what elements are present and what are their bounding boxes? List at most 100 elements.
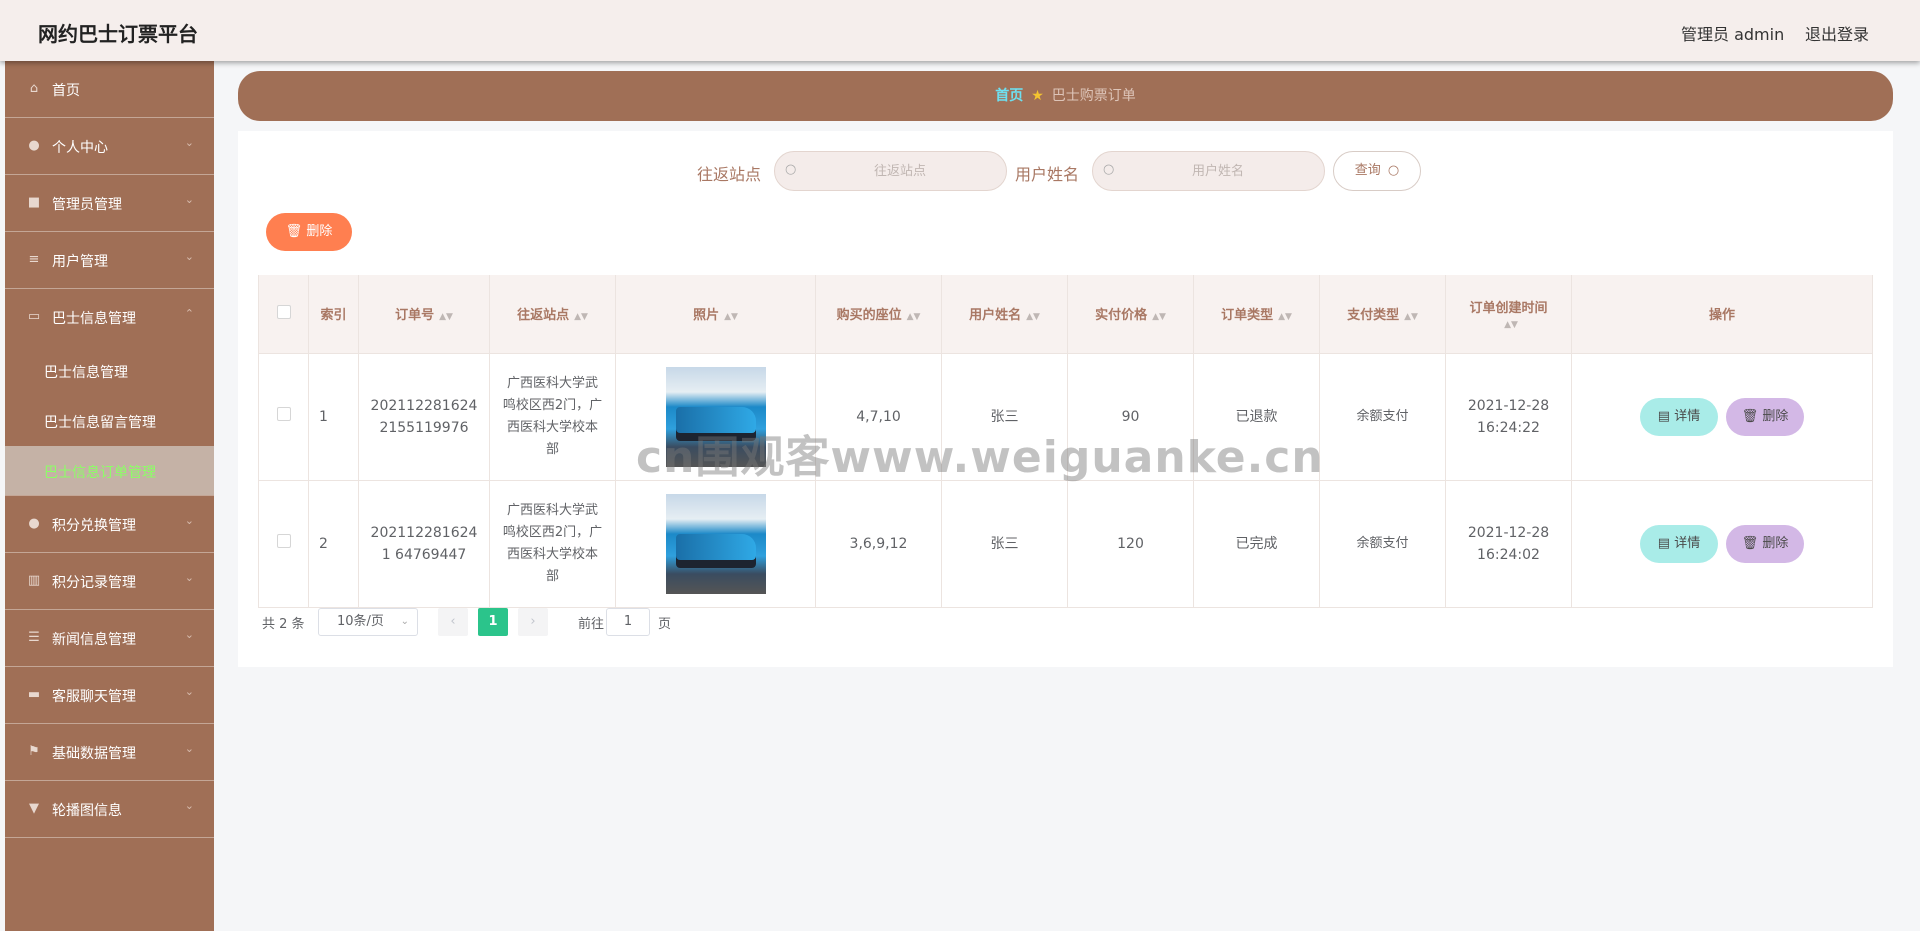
col-order-type[interactable]: 订单类型 ▲▼ <box>1193 275 1320 354</box>
goto-prefix: 前往 <box>578 617 605 632</box>
col-order-type-label: 订单类型 <box>1221 308 1274 324</box>
sort-icon[interactable]: ▲▼ <box>439 312 453 322</box>
batch-delete-button[interactable]: 🗑 删除 <box>266 213 352 251</box>
table-row: 1 2021122816242155119976 广西医科大学武鸣校区西2门，广… <box>258 353 1873 481</box>
detail-button[interactable]: ▤ 详情 <box>1640 524 1718 563</box>
sidebar-subitem-bus-message[interactable]: 巴士信息留言管理 <box>5 396 214 446</box>
chevron-down-icon: ⌄ <box>184 742 194 755</box>
location-icon: ● <box>28 516 40 531</box>
sidebar-item-news-manage[interactable]: ☰ 新闻信息管理 ⌄ <box>5 610 214 667</box>
logout-link[interactable]: 退出登录 <box>1805 21 1869 45</box>
goto-suffix: 页 <box>658 617 672 632</box>
col-created[interactable]: 订单创建时间 ▲▼ <box>1445 275 1572 354</box>
detail-button-label: 详情 <box>1674 408 1701 424</box>
cell-created: 2021-12-28 16:24:02 <box>1445 480 1572 608</box>
cell-station: 广西医科大学武鸣校区西2门，广西医科大学校本部 <box>489 353 616 481</box>
bar-chart-icon: ▥ <box>27 573 41 588</box>
breadcrumb: 首页 ★ 巴士购票订单 <box>238 71 1893 121</box>
col-actions-label: 操作 <box>1708 308 1735 324</box>
table-header-row: 索引 订单号 ▲▼ 往返站点 ▲▼ 照片 ▲▼ 购买的座位 ▲▼ 用户姓名 ▲▼ 实付价格… <box>258 275 1873 354</box>
chevron-down-icon: ⌄ <box>184 685 194 698</box>
cell-price: 120 <box>1067 480 1194 608</box>
sidebar-item-carousel[interactable]: ▼ 轮播图信息 ⌄ <box>5 781 214 838</box>
sort-icon[interactable]: ▲▼ <box>574 312 588 322</box>
username-search-input[interactable] <box>1123 158 1313 184</box>
prev-page-button[interactable]: ‹ <box>438 608 468 636</box>
sort-icon[interactable]: ▲▼ <box>1278 312 1292 322</box>
col-seats[interactable]: 购买的座位 ▲▼ <box>815 275 942 354</box>
trash-icon: 🗑 <box>285 224 303 239</box>
select-all-checkbox[interactable] <box>276 304 291 319</box>
col-order-no-label: 订单号 <box>395 308 435 324</box>
query-button[interactable]: 查询 ○ <box>1333 151 1421 191</box>
main-panel: 往返站点 ○ 用户姓名 ○ 查询 ○ 🗑 删除 索引 订单号 ▲▼ 往返站点 ▲▼ … <box>238 131 1893 667</box>
bus-photo[interactable] <box>665 366 766 467</box>
sidebar-item-label: 积分记录管理 <box>52 575 136 591</box>
cell-photo <box>615 480 816 608</box>
flag-icon: ⚑ <box>28 744 40 759</box>
detail-button-label: 详情 <box>1674 535 1701 551</box>
row-checkbox[interactable] <box>276 406 291 421</box>
page-number-current[interactable]: 1 <box>478 608 508 636</box>
sidebar-item-points-record[interactable]: ▥ 积分记录管理 ⌄ <box>5 553 214 610</box>
delete-button[interactable]: 🗑 删除 <box>1726 397 1804 436</box>
sort-icon[interactable]: ▲▼ <box>1026 312 1040 322</box>
chevron-down-icon: ⌄ <box>184 514 194 527</box>
sidebar-subitem-bus-info[interactable]: 巴士信息管理 <box>5 346 214 396</box>
col-actions: 操作 <box>1571 275 1873 354</box>
bus-photo[interactable] <box>665 493 766 594</box>
row-select-cell <box>258 353 309 481</box>
sidebar-item-admin-manage[interactable]: ■ 管理员管理 ⌄ <box>5 175 214 232</box>
brand-title: 网约巴士订票平台 <box>38 22 198 46</box>
page-size-select[interactable]: 10条/页 ⌄ <box>318 608 418 636</box>
sidebar-item-user-manage[interactable]: ≡ 用户管理 ⌄ <box>5 232 214 289</box>
goto-page-input[interactable]: 1 <box>606 608 650 636</box>
sidebar-item-home[interactable]: ⌂ 首页 <box>5 61 214 118</box>
sort-icon[interactable]: ▲▼ <box>724 312 738 322</box>
delete-button[interactable]: 🗑 删除 <box>1726 524 1804 563</box>
sidebar-item-base-data[interactable]: ⚑ 基础数据管理 ⌄ <box>5 724 214 781</box>
sort-icon[interactable]: ▲▼ <box>1152 312 1166 322</box>
sidebar-item-label: 新闻信息管理 <box>52 632 136 648</box>
col-username[interactable]: 用户姓名 ▲▼ <box>941 275 1068 354</box>
sidebar-subitem-label: 巴士信息管理 <box>44 365 128 381</box>
row-checkbox[interactable] <box>276 533 291 548</box>
col-index-label: 索引 <box>320 308 347 324</box>
table-row: 2 2021122816241 64769447 广西医科大学武鸣校区西2门，广… <box>258 480 1873 608</box>
sidebar-item-points-exchange[interactable]: ● 积分兑换管理 ⌄ <box>5 496 214 553</box>
col-photo[interactable]: 照片 ▲▼ <box>615 275 816 354</box>
cell-actions: ▤ 详情 🗑 删除 <box>1571 353 1873 481</box>
sidebar-item-bus-info-manage[interactable]: ▭ 巴士信息管理 ⌃ <box>5 289 214 346</box>
sort-icon[interactable]: ▲▼ <box>1504 320 1518 330</box>
col-created-label: 订单创建时间 <box>1469 300 1548 316</box>
sliders-icon: ☰ <box>28 630 40 645</box>
col-price[interactable]: 实付价格 ▲▼ <box>1067 275 1194 354</box>
sidebar-item-chat-manage[interactable]: ▬ 客服聊天管理 ⌄ <box>5 667 214 724</box>
sidebar-subitem-bus-order[interactable]: 巴士信息订单管理 <box>5 446 214 496</box>
col-station[interactable]: 往返站点 ▲▼ <box>489 275 616 354</box>
sort-icon[interactable]: ▲▼ <box>907 312 921 322</box>
admin-user-label[interactable]: 管理员 admin <box>1681 21 1784 45</box>
page-size-value: 10条/页 <box>337 614 384 629</box>
cell-seats: 4,7,10 <box>815 353 942 481</box>
search-icon: ○ <box>1103 162 1115 177</box>
sidebar-item-label: 轮播图信息 <box>52 803 122 819</box>
cell-seats: 3,6,9,12 <box>815 480 942 608</box>
col-order-no[interactable]: 订单号 ▲▼ <box>358 275 490 354</box>
trash-icon: 🗑 <box>1741 535 1759 551</box>
chevron-down-icon: ⌄ <box>184 136 194 149</box>
detail-button[interactable]: ▤ 详情 <box>1640 397 1718 436</box>
sidebar-item-label: 客服聊天管理 <box>52 689 136 705</box>
cell-order-no: 2021122816242155119976 <box>358 353 490 481</box>
sidebar-subitem-label: 巴士信息留言管理 <box>44 415 156 431</box>
sort-icon[interactable]: ▲▼ <box>1404 312 1418 322</box>
next-page-button[interactable]: › <box>518 608 548 636</box>
col-pay-type[interactable]: 支付类型 ▲▼ <box>1319 275 1446 354</box>
chevron-down-icon: ⌄ <box>400 616 409 627</box>
station-search-input[interactable] <box>805 158 995 184</box>
col-seats-label: 购买的座位 <box>836 308 902 324</box>
col-index: 索引 <box>308 275 359 354</box>
sidebar-item-personal-center[interactable]: ● 个人中心 ⌄ <box>5 118 214 175</box>
briefcase-icon: ■ <box>27 195 41 210</box>
breadcrumb-home[interactable]: 首页 <box>995 88 1023 104</box>
